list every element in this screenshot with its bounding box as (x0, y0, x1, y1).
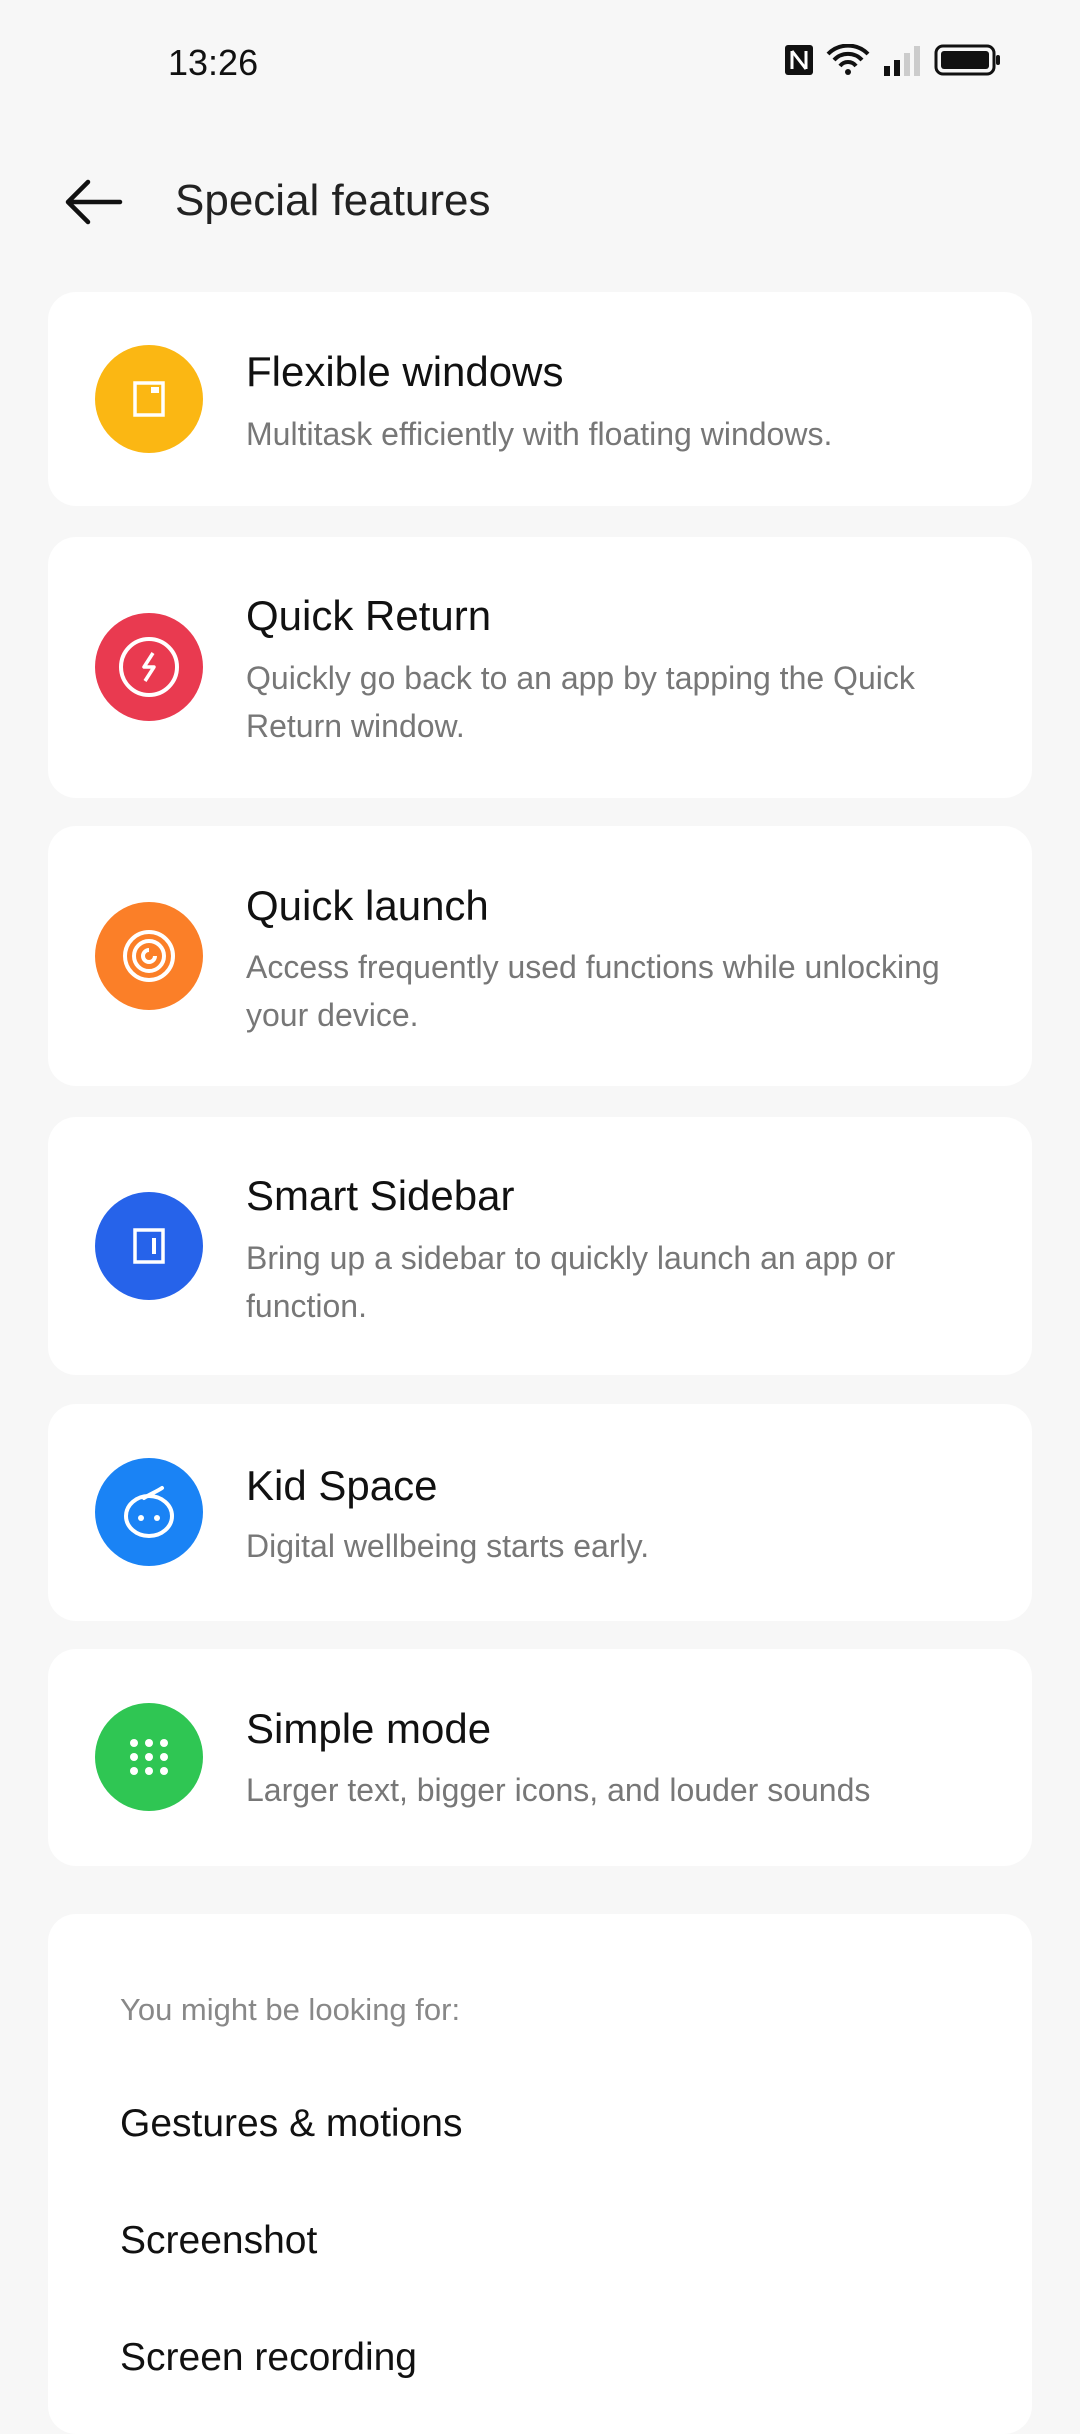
feature-title: Kid Space (246, 1462, 438, 1509)
feature-title: Smart Sidebar (246, 1172, 515, 1219)
kid-face-icon (95, 1458, 203, 1566)
feature-subtitle: Bring up a sidebar to quickly launch an … (246, 1240, 896, 1324)
suggestion-screen-recording[interactable]: Screen recording (120, 2336, 417, 2380)
wifi-icon (826, 44, 870, 75)
feature-simple-mode[interactable]: Simple mode Larger text, bigger icons, a… (48, 1649, 1032, 1866)
back-button[interactable] (62, 174, 126, 230)
feature-subtitle: Larger text, bigger icons, and louder so… (246, 1772, 871, 1808)
feature-subtitle: Multitask efficiently with floating wind… (246, 416, 833, 452)
feature-subtitle: Access frequently used functions while u… (246, 949, 940, 1033)
nfc-icon (785, 45, 813, 75)
status-time: 13:26 (168, 42, 259, 83)
feature-quick-launch[interactable]: Quick launch Access frequently used func… (48, 826, 1032, 1086)
feature-kid-space[interactable]: Kid Space Digital wellbeing starts early… (48, 1404, 1032, 1621)
grid-dots-icon (95, 1703, 203, 1811)
app-bar: Special features (0, 160, 1080, 244)
fingerprint-icon (95, 902, 203, 1010)
feature-title: Flexible windows (246, 348, 564, 395)
page-title: Special features (175, 176, 491, 225)
suggestion-gestures-motions[interactable]: Gestures & motions (120, 2102, 462, 2146)
feature-subtitle: Quickly go back to an app by tapping the… (246, 660, 915, 744)
lightning-circle-icon (95, 613, 203, 721)
feature-quick-return[interactable]: Quick Return Quickly go back to an app b… (48, 537, 1032, 798)
status-bar: 13:26 (0, 0, 1080, 120)
feature-title: Quick Return (246, 592, 492, 639)
battery-icon (934, 44, 1000, 76)
feature-title: Quick launch (246, 882, 489, 929)
window-icon (95, 345, 203, 453)
feature-title: Simple mode (246, 1705, 492, 1752)
signal-icon (884, 46, 920, 76)
feature-flexible-windows[interactable]: Flexible windows Multitask efficiently w… (48, 292, 1032, 506)
feature-smart-sidebar[interactable]: Smart Sidebar Bring up a sidebar to quic… (48, 1117, 1032, 1375)
feature-subtitle: Digital wellbeing starts early. (246, 1528, 650, 1564)
sidebar-icon (95, 1192, 203, 1300)
suggestions-card: You might be looking for: Gestures & mot… (48, 1914, 1032, 2434)
suggestion-screenshot[interactable]: Screenshot (120, 2219, 317, 2263)
suggestions-label: You might be looking for: (120, 1992, 461, 2027)
